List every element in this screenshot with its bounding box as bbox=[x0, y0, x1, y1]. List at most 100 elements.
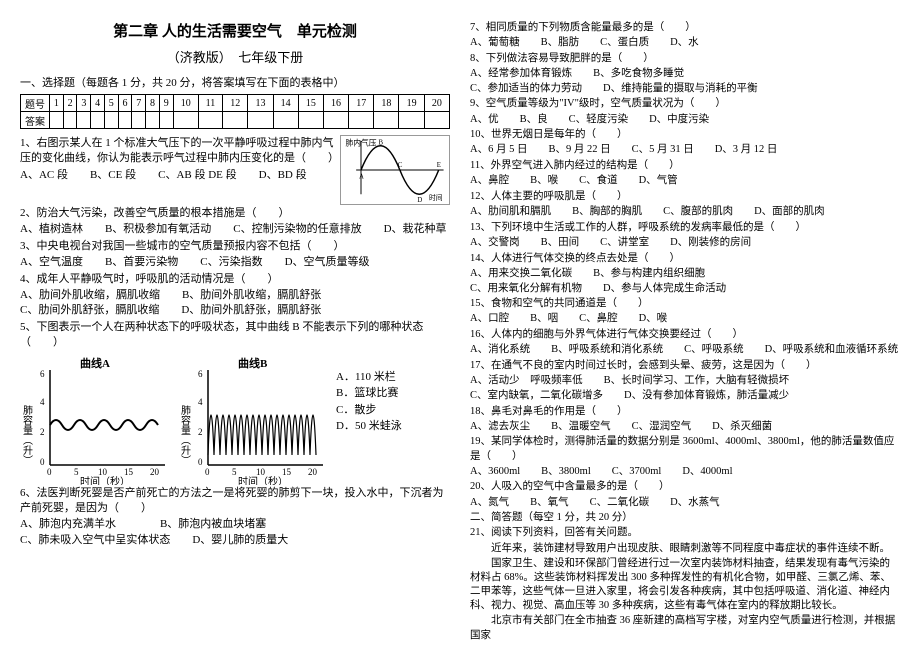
question-14: 14、人体进行气体交换的终点去处是（ ） bbox=[470, 252, 900, 266]
answer-cell[interactable] bbox=[159, 112, 173, 129]
svg-text:0: 0 bbox=[205, 467, 210, 477]
question-20-options: A、氮气 B、氧气 C、二氧化碳 D、水蒸气 bbox=[470, 496, 900, 511]
svg-text:肺容量（升）: 肺容量（升） bbox=[179, 404, 191, 464]
svg-text:C: C bbox=[398, 162, 403, 169]
question-16-options: A、消化系统 B、呼吸系统和消化系统 C、呼吸系统 D、呼吸系统和血液循环系统 bbox=[470, 343, 900, 358]
question-16: 16、人体内的细胞与外界气体进行气体交换要经过（ ） bbox=[470, 328, 900, 342]
svg-text:肺容量（升）: 肺容量（升） bbox=[21, 404, 33, 464]
svg-text:20: 20 bbox=[150, 467, 160, 477]
svg-text:10: 10 bbox=[98, 467, 108, 477]
svg-text:5: 5 bbox=[232, 467, 237, 477]
answer-cell[interactable] bbox=[50, 112, 64, 129]
svg-text:时间（秒）: 时间（秒） bbox=[80, 475, 130, 485]
answer-cell[interactable] bbox=[91, 112, 105, 129]
answer-cell[interactable] bbox=[132, 112, 146, 129]
cell: 16 bbox=[323, 95, 348, 112]
answer-cell[interactable] bbox=[248, 112, 273, 129]
passage-p1: 近年来，装饰建材导致用户出现皮肤、眼睛刺激等不同程度中毒症状的事件连续不断。 bbox=[470, 542, 900, 556]
cell: 7 bbox=[132, 95, 146, 112]
opt-b: B．篮球比赛 bbox=[336, 385, 402, 402]
question-19-options: A、3600ml B、3800ml C、3700ml D、4000ml bbox=[470, 465, 900, 480]
question-13-options: A、交警岗 B、田间 C、讲堂室 D、刚装修的房间 bbox=[470, 236, 900, 251]
answer-cell[interactable] bbox=[104, 112, 118, 129]
svg-text:0: 0 bbox=[198, 457, 203, 467]
answer-grid: 题号 1 2 3 4 5 6 7 8 9 10 11 12 13 14 15 1… bbox=[20, 94, 450, 129]
svg-text:曲线B: 曲线B bbox=[238, 356, 268, 370]
question-19: 19、某同学体检时，测得肺活量的数据分别是 3600ml、4000ml、3800… bbox=[470, 435, 900, 463]
answer-cell[interactable] bbox=[424, 112, 449, 129]
question-2: 2、防治大气污染，改善空气质量的根本措施是（ ） bbox=[20, 206, 450, 221]
cell: 19 bbox=[399, 95, 424, 112]
answer-cell[interactable] bbox=[223, 112, 248, 129]
row-label: 题号 bbox=[21, 95, 50, 112]
question-7-options: A、葡萄糖 B、脂肪 C、蛋白质 D、水 bbox=[470, 36, 900, 51]
svg-text:时间（秒）: 时间（秒） bbox=[238, 475, 288, 485]
svg-text:2: 2 bbox=[198, 427, 203, 437]
cell: 9 bbox=[159, 95, 173, 112]
cell: 1 bbox=[50, 95, 64, 112]
question-6-options: A、肺泡内充满羊水 B、肺泡内被血块堵塞 C、肺未吸入空气中呈实体状态 D、婴儿… bbox=[20, 517, 450, 548]
question-9-options: A、优 B、良 C、轻度污染 D、中度污染 bbox=[470, 113, 900, 128]
question-4: 4、成年人平静吸气时，呼吸肌的活动情况是（ ） bbox=[20, 272, 450, 287]
question-8-options: A、经常参加体育锻炼 B、多吃食物多睡觉 C、参加适当的体力劳动 D、维持能量的… bbox=[470, 67, 900, 96]
cell: 5 bbox=[104, 95, 118, 112]
page-title: 第二章 人的生活需要空气 单元检测 bbox=[20, 20, 450, 41]
cell: 4 bbox=[91, 95, 105, 112]
question-12: 12、人体主要的呼吸肌是（ ） bbox=[470, 190, 900, 204]
answer-cell[interactable] bbox=[146, 112, 160, 129]
answer-cell[interactable] bbox=[118, 112, 132, 129]
answer-cell[interactable] bbox=[198, 112, 222, 129]
question-1: 1、右图示某人在 1 个标准大气压下的一次平静呼吸过程中肺内气压的变化曲线，你认… bbox=[20, 136, 334, 167]
question-21: 21、阅读下列资料，回答有关问题。 bbox=[470, 526, 900, 540]
svg-text:4: 4 bbox=[198, 397, 203, 407]
svg-text:5: 5 bbox=[74, 467, 79, 477]
answer-cell[interactable] bbox=[298, 112, 323, 129]
question-3-options: A、空气温度 B、首要污染物 C、污染指数 D、空气质量等级 bbox=[20, 255, 450, 270]
answer-cell[interactable] bbox=[323, 112, 348, 129]
question-17-options: A、活动少 呼吸频率低 B、长时间学习、工作，大脑有轻微损坏 C、室内缺氧，二氧… bbox=[470, 374, 900, 403]
cell: 8 bbox=[146, 95, 160, 112]
cell: 12 bbox=[223, 95, 248, 112]
question-15-options: A、口腔 B、咽 C、鼻腔 D、喉 bbox=[470, 312, 900, 327]
svg-text:10: 10 bbox=[256, 467, 266, 477]
svg-text:D: D bbox=[417, 197, 422, 204]
answer-cell[interactable] bbox=[63, 112, 77, 129]
question-14-options: A、用来交换二氧化碳 B、参与构建内组织细胞 C、用来氧化分解有机物 D、参与人… bbox=[470, 267, 900, 296]
svg-text:15: 15 bbox=[124, 467, 134, 477]
answer-cell[interactable] bbox=[374, 112, 399, 129]
svg-text:曲线A: 曲线A bbox=[80, 356, 110, 370]
answer-cell[interactable] bbox=[173, 112, 198, 129]
question-8: 8、下列做法容易导致肥胖的是（ ） bbox=[470, 52, 900, 66]
question-5-options: A．110 米栏 B．篮球比赛 C．散步 D．50 米蛙泳 bbox=[336, 355, 402, 435]
question-4-options: A、肋间外肌收缩，膈肌收缩 B、肋间外肌收缩，膈肌舒张 C、肋间外肌舒张，膈肌收… bbox=[20, 288, 450, 319]
table-row: 题号 1 2 3 4 5 6 7 8 9 10 11 12 13 14 15 1… bbox=[21, 95, 450, 112]
question-10: 10、世界无烟日是每年的（ ） bbox=[470, 128, 900, 142]
svg-text:4: 4 bbox=[40, 397, 45, 407]
answer-cell[interactable] bbox=[349, 112, 374, 129]
question-6: 6、法医判断死婴是否产前死亡的方法之一是将死婴的肺剪下一块，投入水中，下沉者为产… bbox=[20, 486, 450, 517]
cell: 6 bbox=[118, 95, 132, 112]
table-row: 答案 bbox=[21, 112, 450, 129]
question-11: 11、外界空气进入肺内经过的结构是（ ） bbox=[470, 159, 900, 173]
svg-text:6: 6 bbox=[198, 369, 203, 379]
question-7: 7、相同质量的下列物质含能量最多的是（ ） bbox=[470, 21, 900, 35]
svg-text:0: 0 bbox=[40, 457, 45, 467]
cell: 14 bbox=[273, 95, 298, 112]
opt-d: D．50 米蛙泳 bbox=[336, 418, 402, 435]
question-3: 3、中央电视台对我国一些城市的空气质量预报内容不包括（ ） bbox=[20, 239, 450, 254]
svg-text:E: E bbox=[437, 162, 441, 169]
svg-text:6: 6 bbox=[40, 369, 45, 379]
answer-cell[interactable] bbox=[77, 112, 91, 129]
cell: 15 bbox=[298, 95, 323, 112]
chart-curve-b: 曲线B 肺容量（升） 0 5 10 15 20 时间（秒） 0 2 4 6 bbox=[178, 355, 328, 485]
answer-cell[interactable] bbox=[273, 112, 298, 129]
cell: 10 bbox=[173, 95, 198, 112]
xlabel: 时间 bbox=[429, 193, 443, 202]
answer-cell[interactable] bbox=[399, 112, 424, 129]
row-label: 答案 bbox=[21, 112, 50, 129]
question-11-options: A、鼻腔 B、喉 C、食道 D、气管 bbox=[470, 174, 900, 189]
chart-curve-a: 曲线A 肺容量（升） 0 5 10 15 20 时间（秒） 0 2 4 6 bbox=[20, 355, 170, 485]
svg-text:0: 0 bbox=[47, 467, 52, 477]
cell: 18 bbox=[374, 95, 399, 112]
cell: 20 bbox=[424, 95, 449, 112]
